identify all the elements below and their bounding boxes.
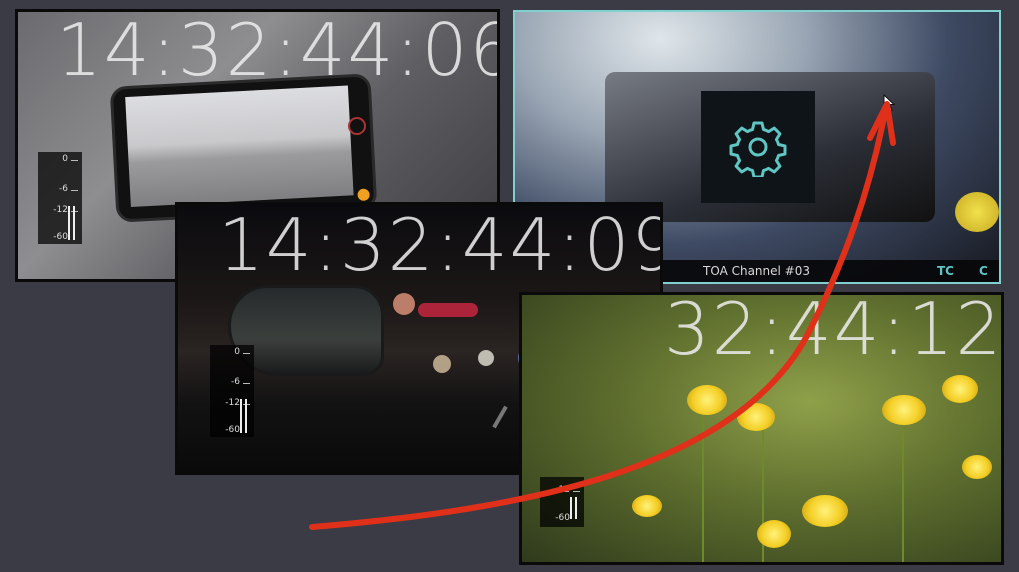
flower-stem: [902, 405, 904, 562]
meter-label-0: 0: [62, 154, 68, 164]
meter-tick: [71, 190, 78, 191]
meter-label-minus12: -12: [555, 485, 570, 495]
flower-stem: [702, 405, 704, 562]
shutter-button-icon: [357, 188, 370, 202]
meter-bar-right: [575, 497, 577, 519]
timecode-toggle-label[interactable]: TC: [937, 264, 954, 278]
flower-image: [962, 455, 992, 479]
mouse-pointer-icon: [883, 94, 896, 112]
meter-label-minus60: -60: [225, 425, 240, 435]
meter-label-minus6: -6: [231, 377, 240, 387]
channel-name-label: TOA Channel #03: [703, 264, 810, 278]
engine-cap-image: [955, 192, 999, 232]
meter-label-minus60: -60: [53, 232, 68, 242]
phone-device-image: [109, 73, 378, 223]
meter-bar-right: [245, 399, 247, 433]
video-tile-flowers[interactable]: 32:44:12 -12 -60: [519, 292, 1004, 565]
meter-label-minus60: -60: [555, 513, 570, 523]
phone-screen-image: [125, 85, 354, 207]
meter-bar-left: [570, 497, 572, 519]
meter-bar-left: [68, 206, 70, 240]
light-bokeh: [433, 355, 451, 373]
audio-level-meter: 0 -6 -12 -60: [38, 152, 82, 244]
flower-image: [802, 495, 848, 527]
channel-c-label[interactable]: C: [979, 264, 988, 278]
meter-bar-left: [240, 399, 242, 433]
flower-image: [632, 495, 662, 517]
flower-image: [737, 403, 775, 431]
meter-tick: [243, 383, 250, 384]
light-bokeh: [393, 293, 415, 315]
meter-label-minus12: -12: [53, 205, 68, 215]
light-bokeh: [418, 303, 478, 317]
timecode-overlay: 14:32:44:06: [56, 9, 500, 92]
meter-bar-right: [73, 206, 75, 240]
settings-button[interactable]: [701, 91, 815, 203]
light-bokeh: [478, 350, 494, 366]
meter-label-0: 0: [234, 347, 240, 357]
flower-image: [687, 385, 727, 415]
gear-icon: [729, 121, 787, 177]
record-indicator-icon: [347, 116, 367, 136]
road-marking: [492, 405, 508, 429]
meter-tick: [71, 160, 78, 161]
timecode-overlay: 32:44:12: [664, 292, 1004, 371]
meter-tick: [573, 491, 580, 492]
timecode-overlay: 14:32:44:09: [218, 203, 663, 287]
meter-label-minus12: -12: [225, 398, 240, 408]
flower-image: [942, 375, 978, 403]
meter-tick: [243, 353, 250, 354]
flower-image: [757, 520, 791, 548]
audio-level-meter: 0 -6 -12 -60: [210, 345, 254, 437]
audio-level-meter: -12 -60: [540, 477, 584, 527]
meter-label-minus6: -6: [59, 184, 68, 194]
flower-image: [882, 395, 926, 425]
